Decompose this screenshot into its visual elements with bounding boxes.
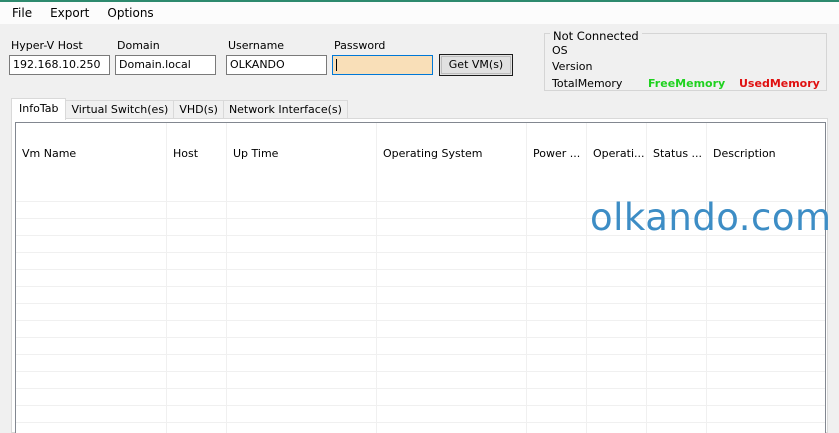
table-row[interactable]: [16, 389, 825, 406]
column-header-status[interactable]: Status ...: [647, 123, 707, 185]
table-row[interactable]: [16, 253, 825, 270]
tab-infotab[interactable]: InfoTab: [11, 98, 67, 120]
host-label: Hyper-V Host: [11, 39, 83, 52]
column-header-up-time[interactable]: Up Time: [227, 123, 377, 185]
tab-virtual-switches[interactable]: Virtual Switch(es): [65, 100, 175, 120]
os-label: OS: [552, 44, 568, 57]
table-row[interactable]: [16, 423, 825, 433]
table-row[interactable]: [16, 338, 825, 355]
column-header-operating-system[interactable]: Operating System: [377, 123, 527, 185]
text-caret: [336, 59, 337, 71]
connection-status: Not Connected: [550, 29, 642, 43]
password-label: Password: [334, 39, 386, 52]
free-memory-label: FreeMemory: [648, 77, 726, 90]
table-row[interactable]: [16, 321, 825, 338]
column-header-power-state[interactable]: Power ...: [527, 123, 587, 185]
column-header-operational-status[interactable]: Operati...: [587, 123, 647, 185]
column-header-vm-name[interactable]: Vm Name: [16, 123, 167, 185]
domain-label: Domain: [117, 39, 160, 52]
domain-input[interactable]: Domain.local: [115, 55, 216, 75]
tab-network-interfaces[interactable]: Network Interface(s): [222, 100, 348, 120]
tab-vhds[interactable]: VHD(s): [173, 100, 224, 120]
version-label: Version: [552, 60, 593, 73]
menu-export[interactable]: Export: [41, 2, 98, 24]
menu-bar: File Export Options: [0, 2, 839, 24]
grid-header: Vm Name Host Up Time Operating System Po…: [16, 123, 825, 185]
menu-options[interactable]: Options: [98, 2, 162, 24]
get-vms-button[interactable]: Get VM(s): [439, 54, 513, 76]
table-row[interactable]: [16, 304, 825, 321]
host-input[interactable]: 192.168.10.250: [9, 55, 110, 75]
username-input[interactable]: OLKANDO: [226, 55, 327, 75]
column-header-host[interactable]: Host: [167, 123, 227, 185]
menu-file[interactable]: File: [0, 2, 41, 24]
used-memory-label: UsedMemory: [739, 77, 820, 90]
table-row[interactable]: [16, 270, 825, 287]
tab-strip: InfoTab Virtual Switch(es) VHD(s) Networ…: [11, 98, 348, 120]
watermark-text: olkando.com: [590, 196, 832, 239]
password-input[interactable]: [332, 55, 433, 75]
table-row[interactable]: [16, 372, 825, 389]
column-header-description[interactable]: Description: [707, 123, 825, 185]
username-label: Username: [228, 39, 285, 52]
table-row[interactable]: [16, 287, 825, 304]
total-memory-label: TotalMemory: [552, 77, 623, 90]
table-row[interactable]: [16, 355, 825, 372]
infotab-page: Vm Name Host Up Time Operating System Po…: [11, 118, 828, 433]
table-row[interactable]: [16, 406, 825, 423]
vm-grid[interactable]: Vm Name Host Up Time Operating System Po…: [15, 122, 826, 433]
status-group: Not Connected OS Version TotalMemory Fre…: [544, 29, 827, 91]
